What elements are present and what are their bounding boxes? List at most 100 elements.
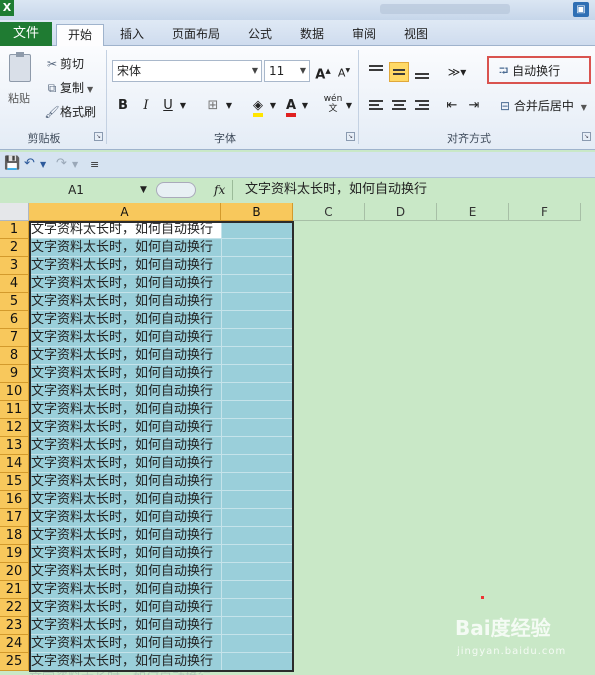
fill-color-icon[interactable]: ◈ xyxy=(248,96,268,117)
select-all-corner[interactable] xyxy=(0,203,29,221)
tab-formulas[interactable]: 公式 xyxy=(236,24,284,46)
cell-a[interactable]: 文字资料太长时，如何自动换行 xyxy=(29,239,221,257)
cell-b[interactable] xyxy=(221,347,293,365)
row-header[interactable]: 8 xyxy=(0,347,29,365)
cell-b[interactable] xyxy=(221,473,293,491)
bold-button[interactable]: B xyxy=(114,96,132,116)
font-color-icon[interactable]: A xyxy=(282,96,300,117)
cell-b[interactable] xyxy=(221,617,293,635)
row-header[interactable]: 24 xyxy=(0,635,29,653)
redo-icon[interactable]: ↷ xyxy=(56,156,67,171)
decrease-indent-icon[interactable]: ⇤ xyxy=(442,96,462,116)
paste-button[interactable]: 粘贴 xyxy=(4,52,36,106)
row-header[interactable]: 10 xyxy=(0,383,29,401)
cell-b[interactable] xyxy=(221,509,293,527)
cell-b[interactable] xyxy=(221,599,293,617)
cell-a[interactable]: 文字资料太长时，如何自动换行 xyxy=(29,275,221,293)
clipboard-dialog-launcher-icon[interactable]: ↘ xyxy=(94,132,103,141)
cell-a[interactable]: 文字资料太长时，如何自动换行 xyxy=(29,527,221,545)
undo-icon[interactable]: ↶ xyxy=(24,156,35,171)
cell-b[interactable] xyxy=(221,365,293,383)
cell-b[interactable] xyxy=(221,257,293,275)
row-header[interactable]: 23 xyxy=(0,617,29,635)
chevron-down-icon[interactable]: ▼ xyxy=(140,180,147,200)
shrink-font-icon[interactable]: A▼ xyxy=(336,61,352,81)
cell-a[interactable]: 文字资料太长时，如何自动换行 xyxy=(29,563,221,581)
font-size-combobox[interactable]: 11 ▼ xyxy=(264,60,310,82)
row-header[interactable]: 17 xyxy=(0,509,29,527)
cell-b[interactable] xyxy=(221,239,293,257)
cell-b[interactable] xyxy=(221,527,293,545)
excel-app-icon[interactable]: X xyxy=(0,0,14,16)
insert-function-icon[interactable]: fx xyxy=(214,180,225,200)
chevron-down-icon[interactable]: ▼ xyxy=(300,61,306,81)
tab-review[interactable]: 审阅 xyxy=(340,24,388,46)
tab-home[interactable]: 开始 xyxy=(56,24,104,47)
customize-toolbar-icon[interactable]: ≡ xyxy=(90,158,99,171)
borders-icon[interactable]: ⊞ xyxy=(204,96,222,116)
cell-b[interactable] xyxy=(221,581,293,599)
tab-page-layout[interactable]: 页面布局 xyxy=(162,24,230,46)
row-header[interactable]: 6 xyxy=(0,311,29,329)
row-header[interactable]: 1 xyxy=(0,221,29,239)
align-right-icon[interactable] xyxy=(412,96,432,116)
cell-a[interactable]: 文字资料太长时，如何自动换行 xyxy=(29,599,221,617)
row-header[interactable]: 21 xyxy=(0,581,29,599)
wrap-text-button[interactable]: ⮒ 自动换行 xyxy=(487,56,591,84)
orientation-icon[interactable]: ≫▾ xyxy=(444,62,470,82)
cell-a[interactable]: 文字资料太长时，如何自动换行 xyxy=(29,311,221,329)
chevron-down-icon[interactable]: ▼ xyxy=(300,96,310,116)
column-header-f[interactable]: F xyxy=(509,203,581,221)
row-header[interactable]: 18 xyxy=(0,527,29,545)
align-left-icon[interactable] xyxy=(366,96,386,116)
row-header[interactable]: 15 xyxy=(0,473,29,491)
cell-a[interactable]: 文字资料太长时，如何自动换行 xyxy=(29,221,221,239)
cell-a[interactable]: 文字资料太长时，如何自动换行 xyxy=(29,329,221,347)
column-header-e[interactable]: E xyxy=(437,203,509,221)
grow-font-icon[interactable]: A▲ xyxy=(314,61,332,82)
cell-b[interactable] xyxy=(221,311,293,329)
align-bottom-icon[interactable] xyxy=(412,62,432,82)
column-header-d[interactable]: D xyxy=(365,203,437,221)
align-top-icon[interactable] xyxy=(366,62,386,82)
cell-b[interactable] xyxy=(221,545,293,563)
cell-b[interactable] xyxy=(221,491,293,509)
cell-a[interactable]: 文字资料太长时，如何自动换行 xyxy=(29,257,221,275)
cell-a[interactable]: 文字资料太长时，如何自动换行 xyxy=(29,473,221,491)
chevron-down-icon[interactable]: ▼ xyxy=(40,160,46,169)
row-header[interactable]: 9 xyxy=(0,365,29,383)
merge-center-button[interactable]: ⊟ 合并后居中 ▼ xyxy=(500,96,587,118)
column-header-c[interactable]: C xyxy=(293,203,365,221)
underline-button[interactable]: U xyxy=(160,96,176,116)
cell-a[interactable]: 文字资料太长时，如何自动换行 xyxy=(29,635,221,653)
row-header[interactable]: 4 xyxy=(0,275,29,293)
cell-b[interactable] xyxy=(221,221,293,239)
row-header[interactable]: 12 xyxy=(0,419,29,437)
cell-a[interactable]: 文字资料太长时，如何自动换行 xyxy=(29,437,221,455)
chevron-down-icon[interactable]: ▼ xyxy=(224,96,234,116)
cell-a[interactable]: 文字资料太长时，如何自动换行 xyxy=(29,347,221,365)
increase-indent-icon[interactable]: ⇥ xyxy=(464,96,484,116)
row-header[interactable]: 3 xyxy=(0,257,29,275)
chevron-down-icon[interactable]: ▼ xyxy=(268,96,278,116)
tab-data[interactable]: 数据 xyxy=(288,24,336,46)
row-header[interactable]: 25 xyxy=(0,653,29,671)
cell-a[interactable]: 文字资料太长时，如何自动换行 xyxy=(29,401,221,419)
cell-b[interactable] xyxy=(221,563,293,581)
cell-b[interactable] xyxy=(221,455,293,473)
cell-a[interactable]: 文字资料太长时，如何自动换行 xyxy=(29,455,221,473)
copy-button[interactable]: ⧉ 复制 ▼ xyxy=(44,78,93,98)
align-middle-icon[interactable] xyxy=(389,62,409,82)
cell-b[interactable] xyxy=(221,419,293,437)
tab-view[interactable]: 视图 xyxy=(392,24,440,46)
cell-b[interactable] xyxy=(221,437,293,455)
chevron-down-icon[interactable]: ▼ xyxy=(178,96,188,116)
row-header[interactable]: 14 xyxy=(0,455,29,473)
formula-bar-resize-handle[interactable] xyxy=(156,182,196,198)
cell-a[interactable]: 文字资料太长时，如何自动换行 xyxy=(29,491,221,509)
font-name-combobox[interactable]: 宋体 ▼ xyxy=(112,60,262,82)
format-painter-button[interactable]: 🖌格式刷 xyxy=(44,102,96,122)
row-header[interactable]: 11 xyxy=(0,401,29,419)
worksheet-grid[interactable]: A B C D E F 文字资料太长时，如何自动换行 1文字资料太长时，如何自动… xyxy=(0,203,595,675)
cell-b[interactable] xyxy=(221,275,293,293)
